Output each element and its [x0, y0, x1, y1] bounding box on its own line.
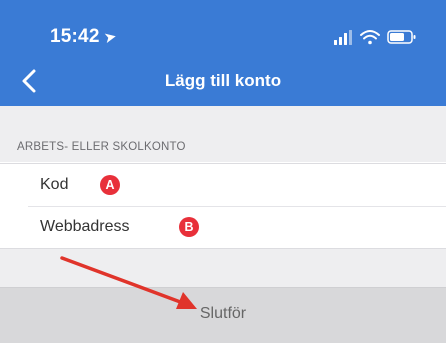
bottom-spacer [0, 249, 446, 287]
list-item-label: Webbadress [40, 218, 130, 235]
list-item-label: Kod [40, 176, 69, 193]
status-icons [334, 30, 416, 45]
section-header: ARBETS- ELLER SKOLKONTO [17, 141, 186, 153]
top-header: 15:42 ➤ Lägg till konto [0, 0, 446, 106]
finish-button[interactable]: Slutför [0, 287, 446, 343]
list-item-code[interactable]: Kod A [0, 163, 446, 206]
annotation-badge-b: B [179, 217, 199, 237]
signal-icon [334, 30, 352, 45]
list-item-web-address[interactable]: Webbadress B [0, 206, 446, 249]
section-spacer [0, 106, 446, 162]
battery-icon [387, 30, 416, 44]
location-icon: ➤ [102, 27, 119, 48]
finish-button-label: Slutför [199, 305, 247, 322]
wifi-icon [360, 30, 380, 45]
page-title: Lägg till konto [164, 71, 282, 90]
annotation-badge-a: A [100, 175, 120, 195]
status-time: 15:42 ➤ [50, 26, 119, 48]
status-time-text: 15:42 [50, 26, 100, 47]
